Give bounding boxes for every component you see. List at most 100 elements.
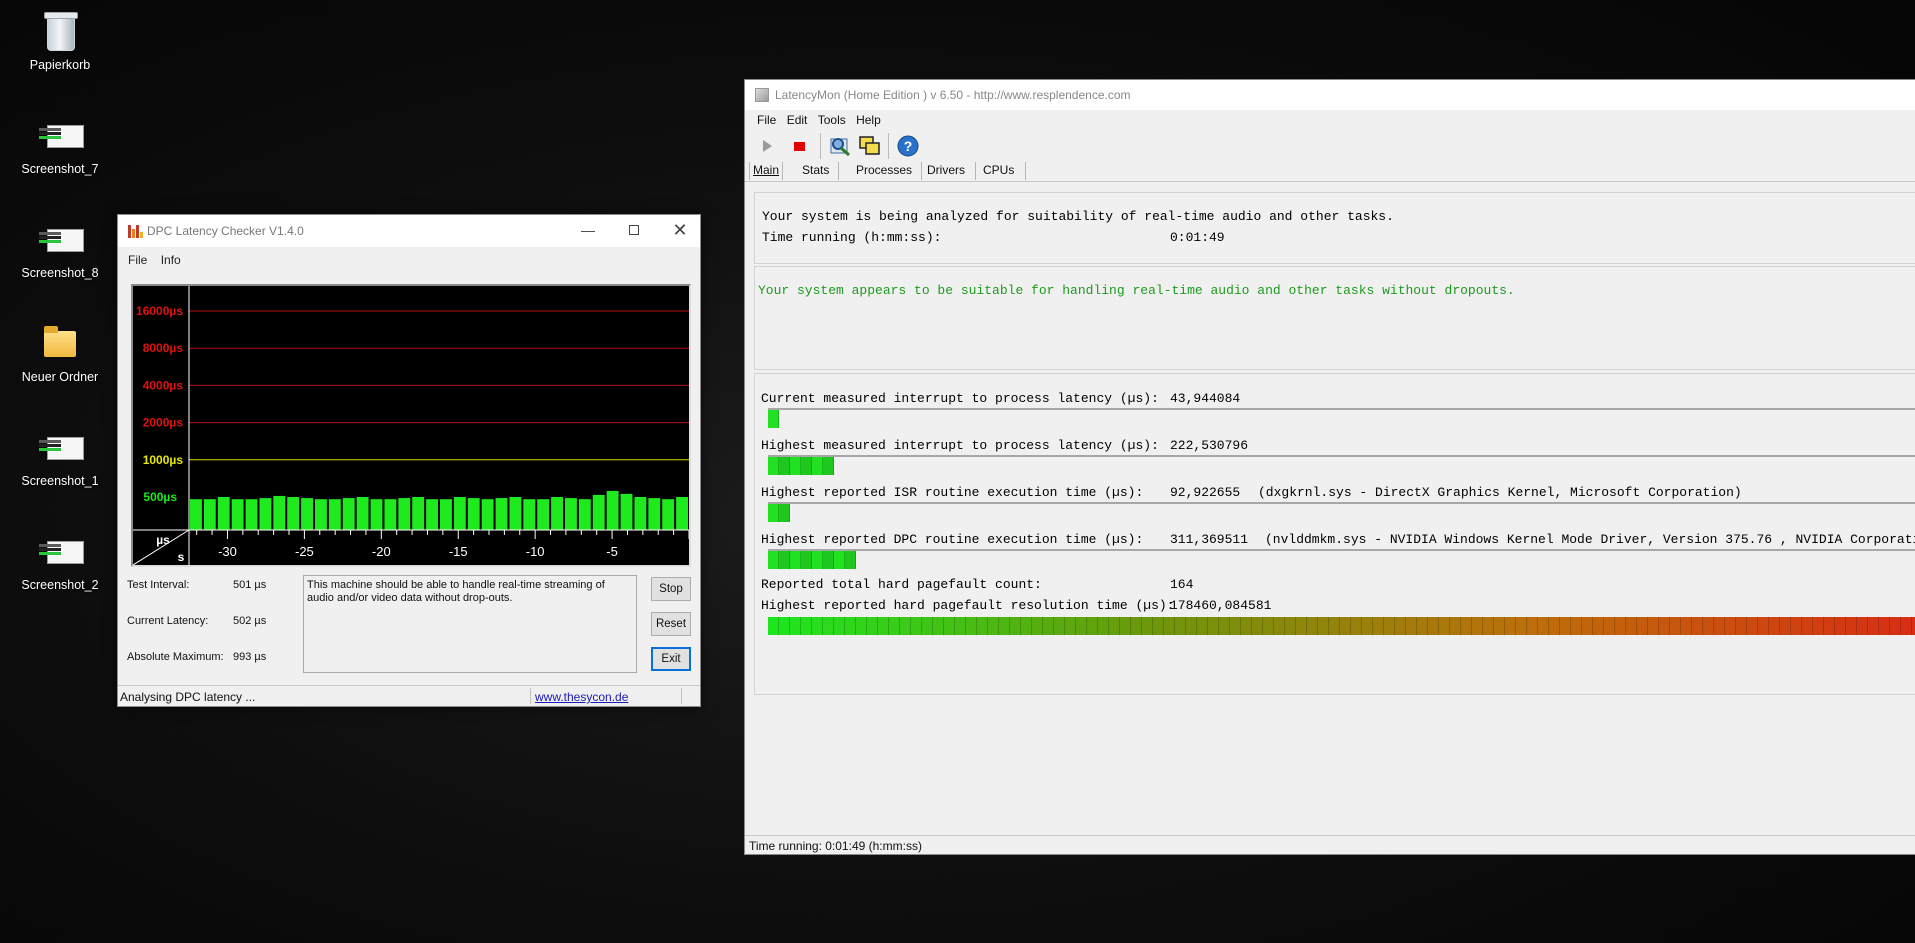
metric-value: 43,944084 (1170, 391, 1241, 406)
toolbar-separator (888, 133, 889, 159)
maximize-button[interactable] (611, 215, 657, 247)
latency-bar (440, 499, 452, 530)
bar-segment (1384, 617, 1395, 635)
absolute-maximum-label: Absolute Maximum: (127, 651, 224, 663)
bar-segment (801, 457, 812, 475)
bar-segment (1692, 617, 1703, 635)
desktop-icon-screenshot-1[interactable]: Screenshot_1 (10, 424, 110, 488)
menu-tools[interactable]: Tools (818, 113, 846, 127)
help-button[interactable]: ? (895, 133, 921, 159)
test-interval-label: Test Interval: (127, 579, 190, 591)
inspect-button[interactable] (827, 133, 853, 159)
menu-info[interactable]: Info (161, 247, 189, 267)
metric-bar (768, 551, 856, 569)
test-interval-value: 501 µs (233, 579, 267, 591)
desktop-icon-screenshot-8[interactable]: Screenshot_8 (10, 216, 110, 280)
bar-segment (1142, 617, 1153, 635)
menu-file[interactable]: File (757, 113, 776, 127)
desktop-icon-neuer-ordner[interactable]: Neuer Ordner (10, 320, 110, 384)
menu-help[interactable]: Help (856, 113, 881, 127)
screenshot-file-icon (38, 424, 84, 468)
tab-drivers[interactable]: Drivers (927, 163, 965, 177)
thesycon-link[interactable]: www.thesycon.de (535, 690, 628, 704)
bar-segment (999, 617, 1010, 635)
bar-segment (834, 617, 845, 635)
tab-stats[interactable]: Stats (802, 163, 829, 177)
latency-bar (426, 499, 438, 530)
latency-bar (217, 497, 230, 530)
menu-file[interactable]: File (128, 247, 155, 267)
latency-bar (328, 499, 341, 530)
absolute-maximum-value: 993 µs (233, 651, 267, 663)
bar-segment (1582, 617, 1593, 635)
metric-label: Highest reported ISR routine execution t… (761, 485, 1144, 500)
bar-segment (1714, 617, 1725, 635)
bar-segment (1626, 617, 1637, 635)
bar-segment (1670, 617, 1681, 635)
bar-segment (867, 617, 878, 635)
minimize-button[interactable]: — (565, 215, 611, 247)
latency-bar (481, 499, 494, 530)
metric-value: 222,530796 (1170, 438, 1249, 453)
tab-cpus[interactable]: CPUs (983, 163, 1014, 177)
bar-segment (1263, 617, 1274, 635)
bar-segment (823, 457, 834, 475)
desktop-icon-label: Papierkorb (29, 58, 91, 72)
bar-segment (1813, 617, 1824, 635)
bar-segment (856, 617, 867, 635)
bar-segment (1439, 617, 1450, 635)
desktop-icon-label: Screenshot_8 (21, 266, 99, 280)
tab-divider (1025, 162, 1026, 180)
bar-segment (1109, 617, 1120, 635)
exit-button[interactable]: Exit (651, 647, 691, 671)
bar-segment (779, 617, 790, 635)
lm-titlebar[interactable]: LatencyMon (Home Edition ) v 6.50 - http… (745, 80, 1915, 110)
latency-bar (551, 497, 563, 530)
bar-segment (1065, 617, 1076, 635)
desktop-icon-screenshot-2[interactable]: Screenshot_2 (10, 528, 110, 592)
stop-button[interactable]: Stop (651, 577, 691, 601)
bar-segment (900, 617, 911, 635)
desktop-icon-screenshot-7[interactable]: Screenshot_7 (10, 112, 110, 176)
bar-segment (1318, 617, 1329, 635)
latency-bar (384, 499, 397, 530)
metric-value: 92,922655 (1170, 485, 1241, 500)
bar-segment (1890, 617, 1901, 635)
bar-segment (790, 551, 801, 569)
desktop-icon-recycle-bin[interactable]: Papierkorb (10, 8, 110, 72)
bar-segment (1615, 617, 1626, 635)
status-divider (681, 688, 682, 704)
bar-segment (812, 617, 823, 635)
tab-main[interactable]: Main (753, 163, 779, 177)
bar-segment (1252, 617, 1263, 635)
bar-segment (955, 617, 966, 635)
latency-bar (467, 498, 480, 530)
close-button[interactable]: ✕ (657, 215, 703, 247)
desktop-icon-label: Neuer Ordner (21, 370, 99, 384)
pagefault-time-value: 178460,084581 (1170, 598, 1272, 613)
metric-bar-track (768, 455, 1915, 475)
screenshot-file-icon (38, 528, 84, 572)
bar-segment (1373, 617, 1384, 635)
menu-edit[interactable]: Edit (787, 113, 808, 127)
latency-bar (620, 493, 633, 530)
metric-bar (768, 504, 790, 522)
tab-processes[interactable]: Processes (856, 163, 912, 177)
latency-bar (231, 499, 244, 530)
tab-divider (921, 162, 922, 180)
bar-segment (878, 617, 889, 635)
windows-button[interactable] (857, 133, 883, 159)
start-button[interactable] (754, 133, 780, 159)
reset-button[interactable]: Reset (651, 612, 691, 636)
bar-segment (966, 617, 977, 635)
bar-segment (1549, 617, 1560, 635)
stop-monitoring-button[interactable] (786, 133, 812, 159)
bar-segment (1230, 617, 1241, 635)
desktop-icon-label: Screenshot_2 (21, 578, 99, 592)
dpc-titlebar[interactable]: DPC Latency Checker V1.4.0 — ✕ (118, 215, 700, 247)
latency-bar (662, 499, 675, 530)
bar-segment (1010, 617, 1021, 635)
metric-label: Highest measured interrupt to process la… (761, 438, 1159, 453)
metrics-panel: Current measured interrupt to process la… (754, 373, 1915, 695)
metric-bar-track (768, 408, 1915, 428)
